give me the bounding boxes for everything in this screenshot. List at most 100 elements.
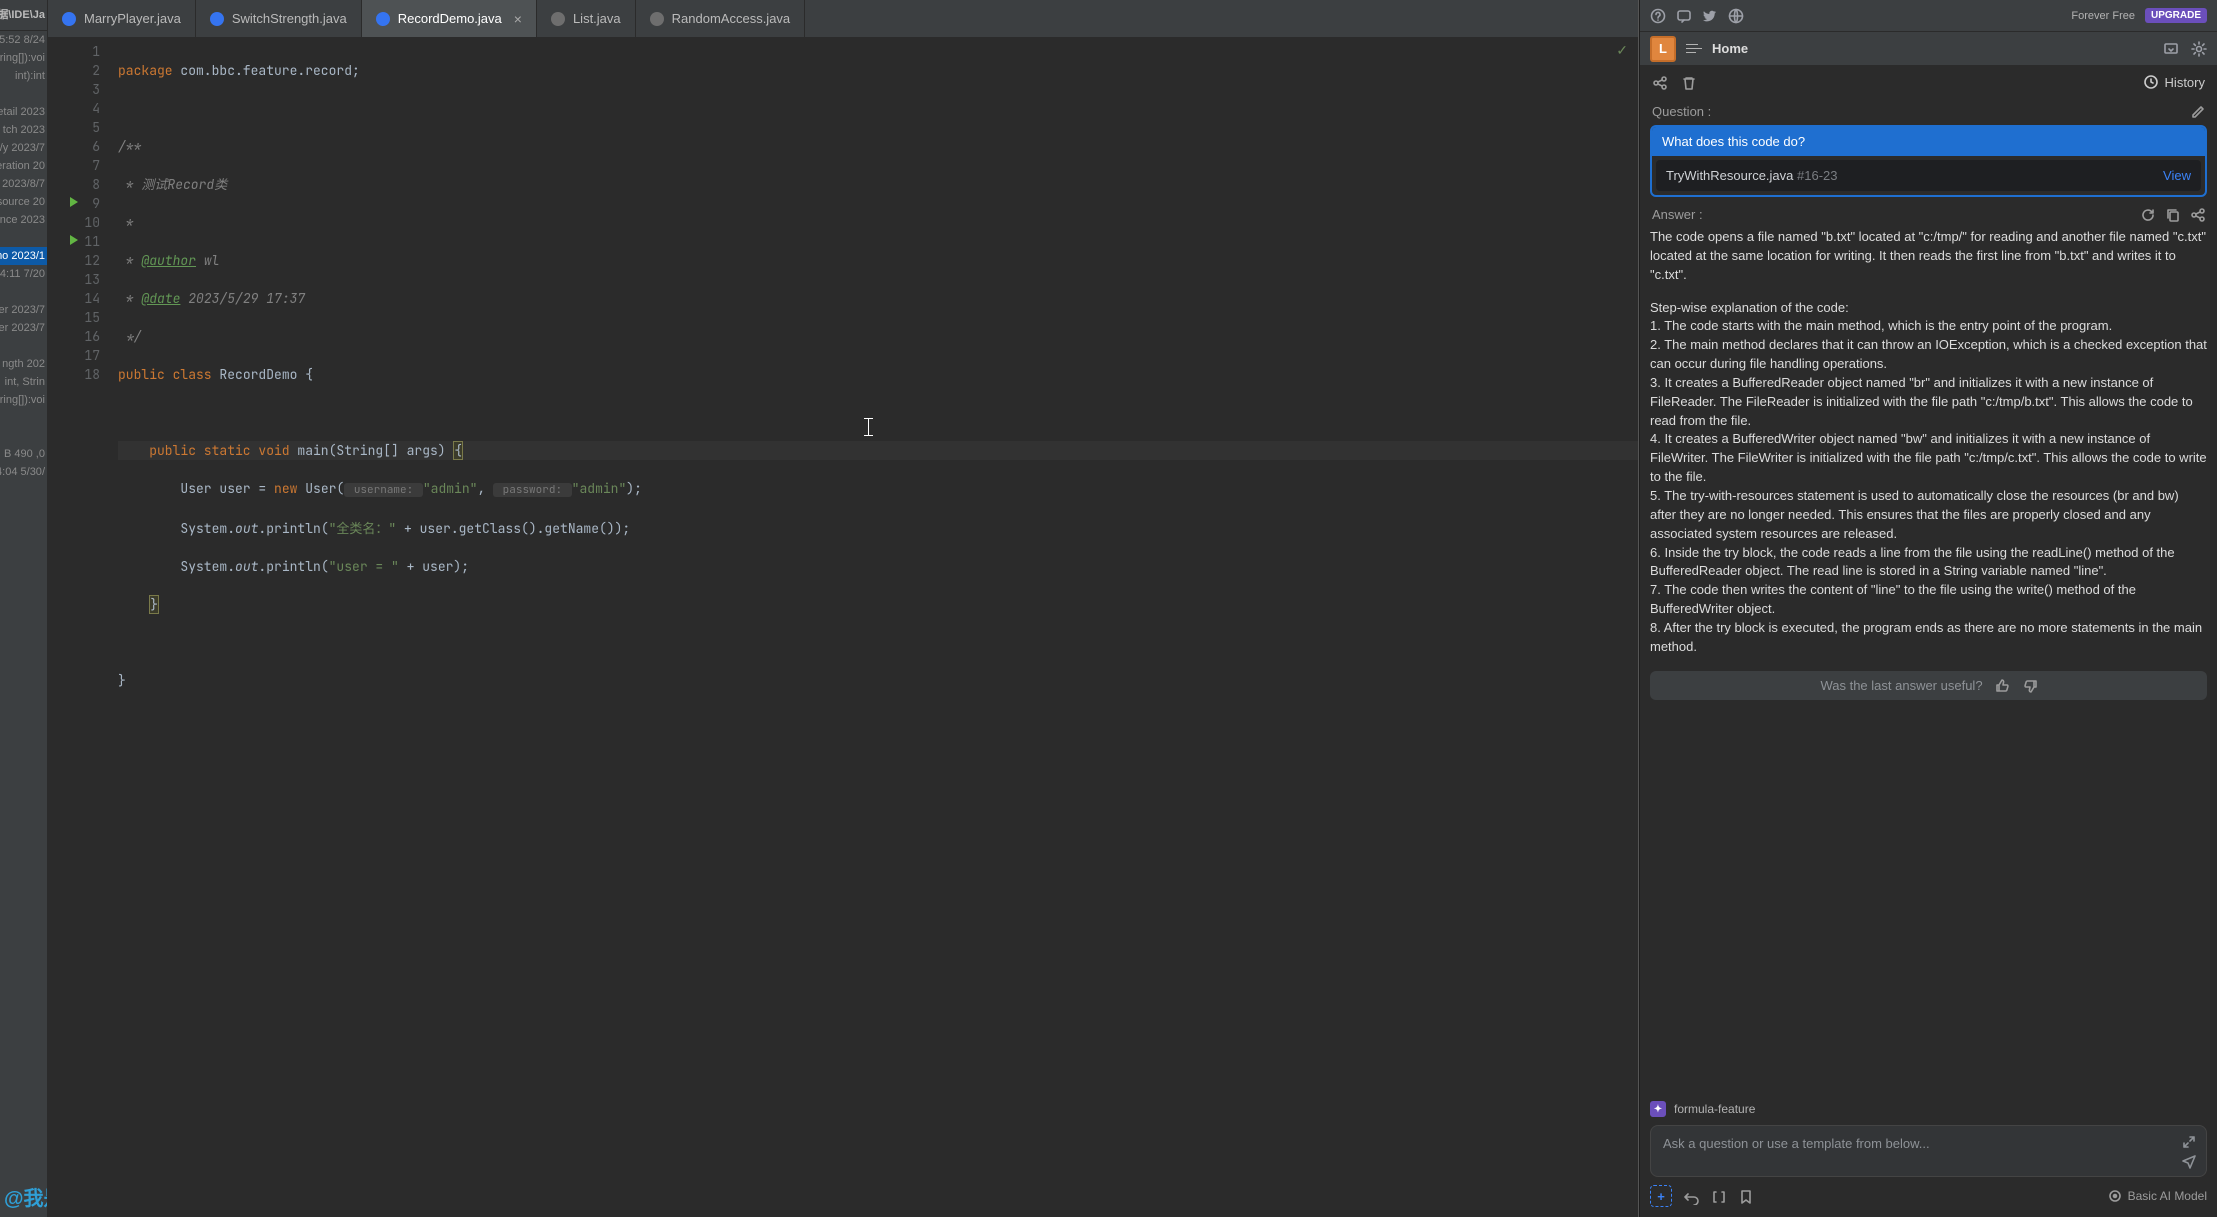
structure-row[interactable]: tch 2023 (0, 121, 47, 139)
line-number[interactable]: 11 (52, 232, 100, 251)
structure-row[interactable]: er 2023/7 (0, 301, 47, 319)
code-text: { (305, 366, 313, 383)
line-number[interactable]: 15 (52, 308, 100, 327)
send-icon[interactable] (2181, 1153, 2196, 1168)
chat-icon[interactable] (1676, 8, 1692, 24)
structure-row[interactable]: ring[]):voi (0, 391, 47, 409)
context-chip[interactable]: TryWithResource.java #16-23 View (1656, 160, 2201, 191)
context-badge-icon: ✦ (1650, 1101, 1666, 1117)
structure-row[interactable]: int):int (0, 67, 47, 85)
view-link[interactable]: View (2163, 168, 2191, 183)
structure-row[interactable]: 7/20 14:11, (0, 265, 47, 283)
undo-icon[interactable] (1684, 1189, 1699, 1204)
code-text: main (297, 442, 328, 459)
footer-context[interactable]: ✦ formula-feature (1650, 1101, 2207, 1117)
thumbs-up-icon[interactable] (1995, 678, 2010, 693)
bookmark-icon[interactable] (1738, 1189, 1753, 1204)
editor-tab[interactable]: SwitchStrength.java (196, 0, 362, 37)
string: "admin" (423, 480, 478, 497)
structure-header: 据\IDE\Ja (0, 0, 47, 31)
line-number[interactable]: 6 (52, 137, 100, 156)
footer-context-label: formula-feature (1674, 1102, 1755, 1116)
thumbs-down-icon[interactable] (2022, 678, 2037, 693)
interface-file-icon (650, 12, 664, 26)
gear-icon[interactable] (2191, 41, 2207, 57)
editor-body[interactable]: ✓ 123456789101112131415161718 package co… (48, 38, 1638, 1217)
structure-row[interactable]: s 2023/8/7 (0, 175, 47, 193)
project-structure-panel[interactable]: 据\IDE\Ja 8/24 15:52,ring[]):voiint):int … (0, 0, 48, 1217)
run-gutter-icon[interactable] (70, 235, 78, 245)
keyword: package (118, 62, 173, 79)
line-number[interactable]: 1 (52, 42, 100, 61)
line-number[interactable]: 18 (52, 365, 100, 384)
editor-tab[interactable]: RecordDemo.java× (362, 0, 537, 37)
tab-label: MarryPlayer.java (84, 11, 181, 26)
structure-row[interactable]: int, Strin (0, 373, 47, 391)
structure-row[interactable] (0, 427, 47, 445)
share-icon[interactable] (1652, 75, 1667, 90)
line-number[interactable]: 4 (52, 99, 100, 118)
model-selector[interactable]: Basic AI Model (2108, 1189, 2207, 1203)
line-number[interactable]: 3 (52, 80, 100, 99)
menu-icon[interactable] (1686, 44, 1702, 53)
editor-tab[interactable]: MarryPlayer.java (48, 0, 196, 37)
line-number[interactable]: 17 (52, 346, 100, 365)
structure-row[interactable] (0, 85, 47, 103)
refresh-icon[interactable] (2140, 207, 2155, 222)
line-number[interactable]: 13 (52, 270, 100, 289)
structure-row[interactable]: source 20 (0, 193, 47, 211)
line-number[interactable]: 12 (52, 251, 100, 270)
line-number[interactable]: 8 (52, 175, 100, 194)
line-number[interactable]: 16 (52, 327, 100, 346)
gutter[interactable]: 123456789101112131415161718 (48, 38, 108, 1217)
share-answer-icon[interactable] (2190, 207, 2205, 222)
copy-icon[interactable] (2165, 207, 2180, 222)
line-number[interactable]: 10 (52, 213, 100, 232)
help-icon[interactable] (1650, 8, 1666, 24)
line-number[interactable]: 14 (52, 289, 100, 308)
history-button[interactable]: History (2143, 74, 2205, 90)
trash-icon[interactable] (1681, 75, 1696, 90)
brackets-icon[interactable] (1711, 1189, 1726, 1204)
upgrade-button[interactable]: UPGRADE (2145, 8, 2207, 23)
new-chat-button[interactable]: + (1650, 1185, 1672, 1207)
structure-row[interactable] (0, 409, 47, 427)
line-number[interactable]: 7 (52, 156, 100, 175)
twitter-icon[interactable] (1702, 8, 1718, 24)
structure-row[interactable]: Detail 2023 (0, 103, 47, 121)
string: "admin" (572, 480, 627, 497)
structure-row[interactable]: y 2023/7/ (0, 139, 47, 157)
structure-row[interactable]: ngth 202 (0, 355, 47, 373)
code-text: } (118, 672, 126, 689)
code-area[interactable]: package com.bbc.feature.record; /** * 测试… (108, 38, 1638, 1217)
code-text: User( (305, 480, 344, 497)
edit-icon[interactable] (2190, 104, 2205, 119)
editor-tab[interactable]: List.java (537, 0, 636, 37)
structure-row[interactable] (0, 283, 47, 301)
structure-row[interactable]: nce 2023 (0, 211, 47, 229)
avatar[interactable]: L (1650, 36, 1676, 62)
structure-row[interactable] (0, 337, 47, 355)
structure-row[interactable]: no 2023/1 (0, 247, 47, 265)
expand-icon[interactable] (2181, 1134, 2196, 1149)
structure-row[interactable] (0, 229, 47, 247)
chat-input[interactable]: Ask a question or use a template from be… (1650, 1125, 2207, 1177)
structure-row[interactable]: eration 20 (0, 157, 47, 175)
plan-label: Forever Free (2071, 10, 2135, 22)
screen-icon[interactable] (2163, 41, 2179, 57)
structure-row[interactable]: er 2023/7 (0, 319, 47, 337)
structure-row[interactable]: 8/24 15:52, (0, 31, 47, 49)
line-number[interactable]: 2 (52, 61, 100, 80)
code-text: System. (180, 558, 235, 575)
close-icon[interactable]: × (514, 11, 522, 27)
line-number[interactable]: 5 (52, 118, 100, 137)
globe-icon[interactable] (1728, 8, 1744, 24)
editor-tab[interactable]: RandomAccess.java (636, 0, 806, 37)
structure-row[interactable]: 0, 490 B (0, 445, 47, 463)
structure-row[interactable]: ring[]):voi (0, 49, 47, 67)
run-gutter-icon[interactable] (70, 197, 78, 207)
home-label[interactable]: Home (1712, 41, 1748, 56)
line-number[interactable]: 9 (52, 194, 100, 213)
feedback-bar: Was the last answer useful? (1650, 671, 2207, 700)
structure-row[interactable]: /5/30 14:04 (0, 463, 47, 481)
